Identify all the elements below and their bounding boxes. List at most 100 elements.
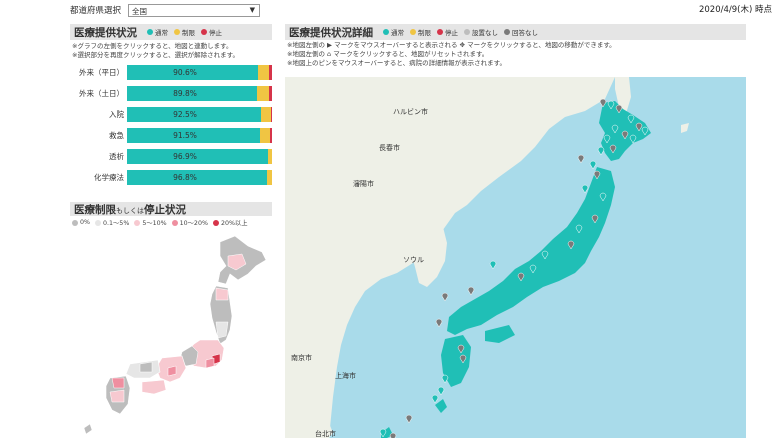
map-city-label: 瀋陽市	[353, 180, 374, 188]
detail-legend-label: 設置なし	[472, 29, 498, 37]
limit-legend-label: 20%以上	[220, 220, 248, 227]
hospital-pin-icon[interactable]	[441, 374, 449, 384]
limit-legend-dot-icon	[212, 219, 219, 226]
status-legend: 通常 制限 停止	[147, 27, 222, 37]
detail-legend-item: 回答なし	[504, 27, 538, 37]
detail-legend-item: 設置なし	[464, 27, 498, 37]
status-bar-row[interactable]: 外来（平日） 90.6%	[70, 64, 272, 85]
status-bar-stopped-segment[interactable]	[270, 107, 272, 122]
minimap-fukuoka	[111, 377, 125, 389]
normal-dot-icon	[147, 29, 153, 35]
legend-normal-label: 通常	[155, 29, 168, 37]
status-bar-limited-segment[interactable]	[261, 107, 271, 122]
status-bar-row[interactable]: 外来（土日） 89.8%	[70, 85, 272, 106]
status-note-1: ※グラフの左側をクリックすると、地図と連動します。	[72, 42, 233, 50]
minimap-shikoku	[141, 379, 167, 395]
map-land-korea	[409, 219, 447, 287]
limited-dot-icon	[174, 29, 180, 35]
detail-legend-label: 回答なし	[512, 29, 538, 37]
hospital-pin-icon[interactable]	[581, 184, 589, 194]
limit-legend-item: 5～10%	[134, 218, 167, 227]
hospital-map-svg	[285, 77, 689, 438]
japan-minimap[interactable]	[70, 232, 272, 438]
hospital-pin-icon[interactable]	[437, 386, 445, 396]
minimap-kanagawa	[205, 357, 215, 369]
status-bar-stopped-segment[interactable]	[269, 86, 272, 101]
top-bar: 都道府県選択 全国 ▼ 2020/4/9(木) 時点	[0, 0, 780, 22]
limit-legend-item: 0%	[72, 219, 90, 226]
timestamp: 2020/4/9(木) 時点	[698, 5, 772, 15]
hospital-pin-icon[interactable]	[389, 432, 397, 438]
status-bar-row[interactable]: 救急 91.5%	[70, 127, 272, 148]
map-land-kuril	[681, 123, 689, 133]
limit-legend-label: 0.1～5%	[103, 220, 130, 227]
limit-legend-label: 10～20%	[179, 220, 208, 227]
hospital-map[interactable]: ハルビン市 長春市 瀋陽市 ソウル 南京市 上海市 台北市	[285, 77, 746, 438]
status-bar-label[interactable]: 外来（土日）	[70, 88, 124, 99]
status-bar-row[interactable]: 化学療法 96.8%	[70, 169, 272, 190]
limit-title-main: 医療制限	[74, 203, 116, 216]
status-bar-value: 96.8%	[173, 173, 197, 182]
hospital-pin-icon[interactable]	[435, 318, 443, 328]
hospital-pin-icon[interactable]	[597, 146, 605, 156]
prefecture-select-label: 都道府県選択	[70, 6, 122, 16]
status-bar-limited-segment[interactable]	[257, 86, 270, 101]
map-city-label: ソウル	[403, 256, 424, 264]
limit-title-small: もしくは	[116, 206, 144, 215]
status-bar-row[interactable]: 入院 92.5%	[70, 106, 272, 127]
detail-note-2: ※地図左側の ⌂ マークをクリックすると、地図がリセットされます。	[287, 50, 489, 58]
hospital-pin-icon[interactable]	[577, 154, 585, 164]
limit-legend-dot-icon	[72, 219, 78, 226]
hospital-pin-icon[interactable]	[589, 160, 597, 170]
status-bar-label[interactable]: 外来（平日）	[70, 67, 124, 78]
limit-legend: 0% 0.1～5% 5～10% 10～20% 20%以上	[70, 218, 272, 227]
hospital-pin-icon[interactable]	[489, 260, 497, 270]
hospital-pin-icon[interactable]	[441, 292, 449, 302]
status-bar-label[interactable]: 化学療法	[70, 172, 124, 183]
limit-legend-label: 5～10%	[142, 220, 167, 227]
left-panel: 医療提供状況 通常 制限 停止 ※グラフの左側をクリックすると、地図と連動します…	[70, 24, 272, 438]
status-bar-limited-segment[interactable]	[259, 128, 270, 143]
status-bar-stopped-segment[interactable]	[269, 65, 272, 80]
status-panel-header: 医療提供状況 通常 制限 停止	[70, 24, 272, 40]
status-bar-value: 89.8%	[173, 89, 197, 98]
status-bar-limited-segment[interactable]	[267, 149, 272, 164]
status-bar-chart: 外来（平日） 90.6% 外来（土日） 89.8% 入院 92.5% 救急 91.5% 透析 96…	[70, 64, 272, 190]
prefecture-select[interactable]: 全国 ▼	[128, 4, 260, 17]
prefecture-select-value: 全国	[132, 7, 147, 16]
status-bar-label[interactable]: 入院	[70, 109, 124, 120]
status-bar-limited-segment[interactable]	[258, 65, 270, 80]
detail-panel-header: 医療提供状況詳細 通常 制限 停止 設置なし 回答なし	[285, 24, 746, 40]
stopped-dot-icon	[201, 29, 207, 35]
japan-minimap-svg	[83, 235, 267, 435]
status-bar-label[interactable]: 透析	[70, 151, 124, 162]
detail-legend-dot-icon	[383, 29, 389, 35]
status-note-2: ※選択部分を再度クリックすると、選択が解除されます。	[72, 51, 240, 59]
status-bar-row[interactable]: 透析 96.9%	[70, 148, 272, 169]
limit-legend-item: 20%以上	[212, 218, 248, 227]
detail-legend-dot-icon	[504, 29, 510, 35]
limit-title-rest: 停止状況	[144, 203, 186, 216]
minimap-chugoku-b	[139, 361, 153, 373]
limit-legend-dot-icon	[171, 219, 178, 226]
legend-limited: 制限	[174, 27, 195, 37]
legend-limited-label: 制限	[182, 29, 195, 37]
map-city-label: 長春市	[379, 144, 400, 152]
hospital-pin-icon[interactable]	[405, 414, 413, 424]
detail-panel: 医療提供状況詳細 通常 制限 停止 設置なし 回答なし ※地図左側の ▶ マークをマウス…	[285, 24, 746, 438]
status-bar-limited-segment[interactable]	[267, 170, 272, 185]
minimap-tohoku-a	[215, 287, 229, 301]
limit-legend-item: 10～20%	[171, 218, 208, 227]
limit-panel-header: 医療制限もしくは停止状況	[70, 202, 272, 216]
hospital-pin-icon[interactable]	[431, 394, 439, 404]
status-bar-label[interactable]: 救急	[70, 130, 124, 141]
status-bar-value: 96.9%	[173, 152, 197, 161]
map-japan-shikoku	[485, 325, 515, 343]
limit-legend-item: 0.1～5%	[95, 218, 129, 227]
detail-legend-item: 停止	[437, 27, 458, 37]
status-bar-stopped-segment[interactable]	[269, 128, 272, 143]
limit-legend-label: 0%	[80, 219, 90, 226]
limit-panel-title: 医療制限もしくは停止状況	[74, 202, 186, 217]
map-city-label: ハルビン市	[393, 108, 428, 116]
hospital-pin-icon[interactable]	[467, 286, 475, 296]
